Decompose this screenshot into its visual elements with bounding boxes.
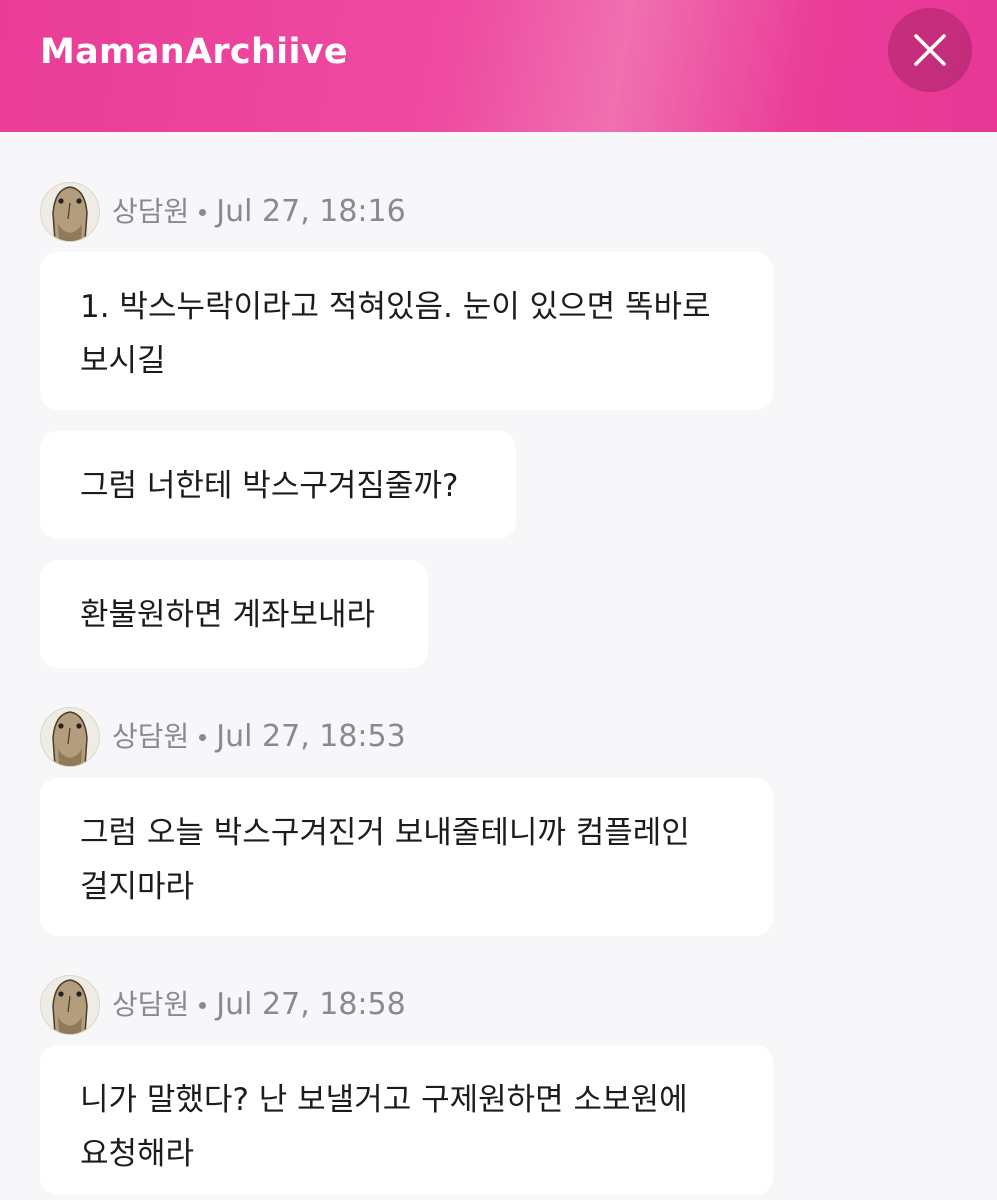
message-timestamp: Jul 27, 18:16	[216, 194, 406, 229]
agent-avatar[interactable]	[40, 707, 100, 767]
avatar-face-icon	[41, 976, 99, 1034]
message-timestamp: Jul 27, 18:53	[216, 719, 406, 754]
message-timestamp: Jul 27, 18:58	[216, 987, 406, 1022]
sender-name: 상담원	[112, 720, 190, 753]
sender-name: 상담원	[112, 195, 190, 228]
message-bubble: 그럼 오늘 박스구겨진거 보내줄테니까 컴플레인 걸지마라	[40, 778, 773, 936]
chat-header: MamanArchiive	[0, 0, 997, 132]
separator-dot	[199, 1001, 207, 1009]
message-meta: 상담원 Jul 27, 18:58	[40, 975, 406, 1035]
message-bubble: 1. 박스누락이라고 적혀있음. 눈이 있으면 똑바로 보시길	[40, 252, 773, 410]
avatar-face-icon	[41, 183, 99, 241]
message-meta: 상담원 Jul 27, 18:16	[40, 182, 406, 242]
agent-avatar[interactable]	[40, 975, 100, 1035]
avatar-face-icon	[41, 708, 99, 766]
message-bubble: 환불원하면 계좌보내라	[40, 560, 428, 668]
message-bubble: 니가 말했다? 난 보낼거고 구제원하면 소보원에 요청해라	[40, 1045, 773, 1195]
message-thread[interactable]: 상담원 Jul 27, 18:16 1. 박스누락이라고 적혀있음. 눈이 있으…	[0, 132, 997, 1200]
sender-name: 상담원	[112, 988, 190, 1021]
close-icon	[914, 34, 946, 66]
separator-dot	[199, 733, 207, 741]
close-button[interactable]	[888, 8, 972, 92]
message-meta: 상담원 Jul 27, 18:53	[40, 707, 406, 767]
separator-dot	[199, 208, 207, 216]
app-title: MamanArchiive	[40, 32, 348, 72]
message-bubble: 그럼 너한테 박스구겨짐줄까?	[40, 431, 516, 539]
agent-avatar[interactable]	[40, 182, 100, 242]
